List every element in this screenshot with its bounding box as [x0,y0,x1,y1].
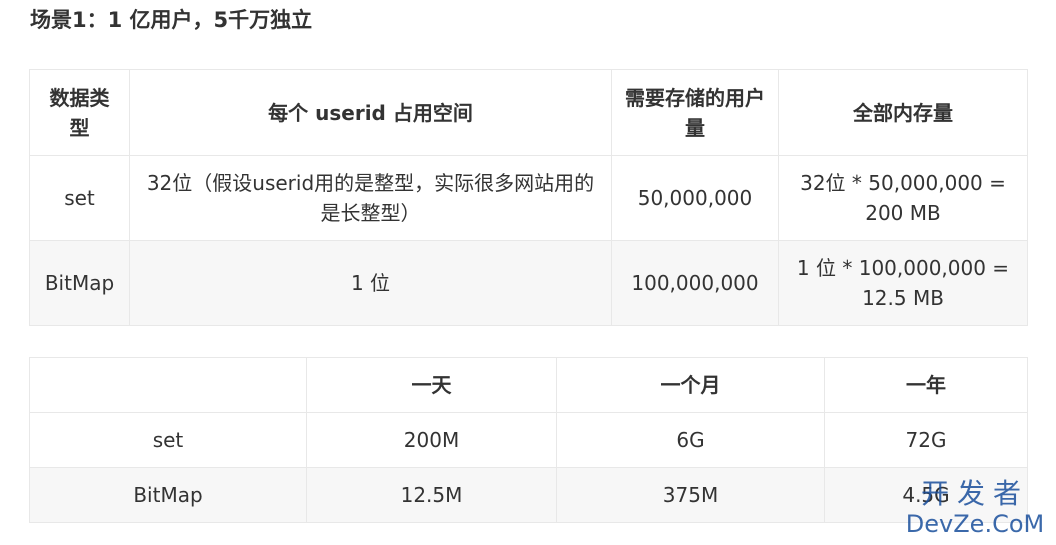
table-row: BitMap 12.5M 375M 4.5G [29,467,1028,523]
cell-type: BitMap [29,467,307,523]
cell-type: set [29,155,130,241]
header-userid-space: 每个 userid 占用空间 [129,69,612,156]
header-one-month: 一个月 [556,357,825,413]
cell-day: 12.5M [306,467,557,523]
header-total-memory: 全部内存量 [778,69,1028,156]
cell-count: 100,000,000 [611,240,779,326]
cell-month: 6G [556,412,825,468]
cell-day: 200M [306,412,557,468]
cell-space: 32位（假设userid用的是整型，实际很多网站用的是长整型） [129,155,612,241]
cell-month: 375M [556,467,825,523]
cell-year: 4.5G [824,467,1028,523]
cell-type: BitMap [29,240,130,326]
cell-total: 32位 * 50,000,000 = 200 MB [778,155,1028,241]
table-row: set 200M 6G 72G [29,412,1028,468]
cell-count: 50,000,000 [611,155,779,241]
section-heading: 场景1：1 亿用户，5千万独立 [30,8,313,32]
header-user-count: 需要存储的用户量 [611,69,779,156]
header-data-type: 数据类型 [29,69,130,156]
cell-type: set [29,412,307,468]
cell-year: 72G [824,412,1028,468]
table-header-row: 数据类型 每个 userid 占用空间 需要存储的用户量 全部内存量 [29,69,1028,156]
table-row: set 32位（假设userid用的是整型，实际很多网站用的是长整型） 50,0… [29,155,1028,241]
header-blank [29,357,307,413]
storage-growth-table: 一天 一个月 一年 set 200M 6G 72G BitMap 12.5M 3… [29,357,1028,523]
header-one-year: 一年 [824,357,1028,413]
header-one-day: 一天 [306,357,557,413]
memory-usage-table: 数据类型 每个 userid 占用空间 需要存储的用户量 全部内存量 set 3… [29,69,1028,326]
cell-space: 1 位 [129,240,612,326]
table-header-row: 一天 一个月 一年 [29,357,1028,413]
cell-total: 1 位 * 100,000,000 = 12.5 MB [778,240,1028,326]
table-row: BitMap 1 位 100,000,000 1 位 * 100,000,000… [29,240,1028,326]
